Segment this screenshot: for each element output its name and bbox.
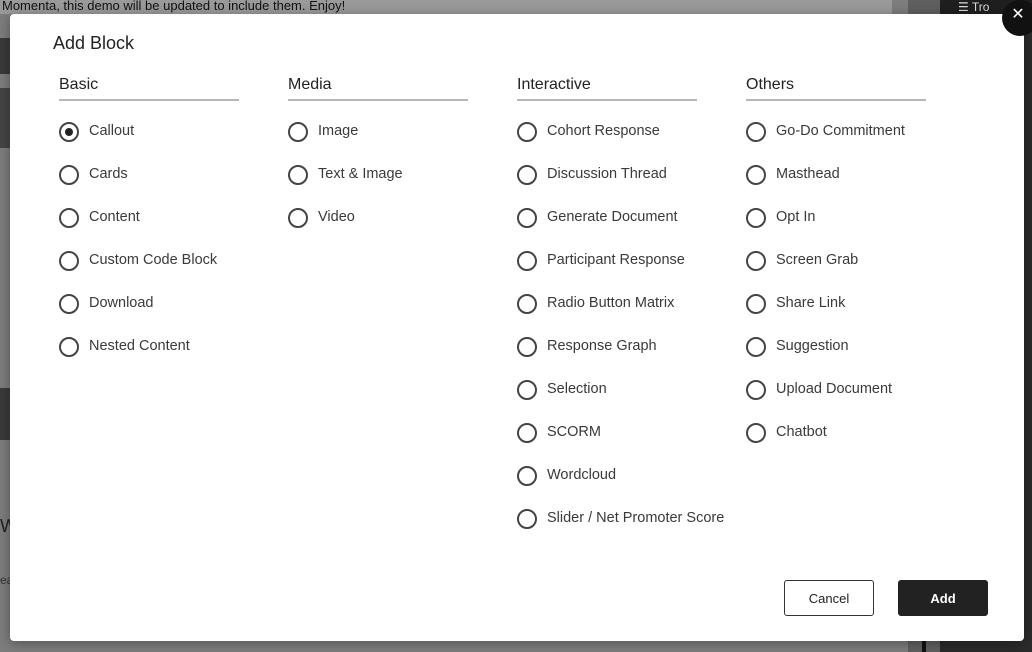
- radio-button[interactable]: [746, 423, 766, 443]
- column-interactive: Interactive Cohort Response Discussion Th…: [517, 76, 724, 553]
- radio-button[interactable]: [517, 466, 537, 486]
- radio-label: Callout: [89, 123, 135, 139]
- radio-button[interactable]: [746, 122, 766, 142]
- radio-option[interactable]: Suggestion: [746, 337, 926, 381]
- radio-button[interactable]: [746, 165, 766, 185]
- add-button[interactable]: Add: [898, 580, 988, 616]
- radio-option[interactable]: Chatbot: [746, 423, 926, 467]
- radio-option[interactable]: Cards: [59, 165, 239, 209]
- add-block-dialog: Add Block Basic Callout Cards Content Custo…: [10, 14, 1024, 641]
- radio-label: Cards: [89, 166, 128, 182]
- radio-label: Custom Code Block: [89, 252, 218, 268]
- radio-option[interactable]: Text & Image: [288, 165, 468, 209]
- option-list: Image Text & Image Video: [288, 122, 468, 252]
- radio-button[interactable]: [746, 380, 766, 400]
- radio-option[interactable]: Radio Button Matrix: [517, 294, 697, 338]
- radio-label: Discussion Thread: [547, 166, 667, 182]
- column-heading: Others: [746, 76, 926, 101]
- radio-label: Participant Response: [547, 252, 685, 268]
- column-heading: Interactive: [517, 76, 697, 101]
- radio-button[interactable]: [517, 337, 537, 357]
- background-banner: Momenta, this demo will be updated to in…: [0, 0, 892, 14]
- radio-button[interactable]: [288, 122, 308, 142]
- radio-button[interactable]: [517, 165, 537, 185]
- radio-label: Suggestion: [776, 338, 849, 354]
- radio-button[interactable]: [746, 294, 766, 314]
- column-heading: Basic: [59, 76, 239, 101]
- radio-label: Generate Document: [547, 209, 678, 225]
- radio-option[interactable]: Cohort Response: [517, 122, 697, 166]
- radio-button[interactable]: [59, 251, 79, 271]
- column-heading: Media: [288, 76, 468, 101]
- radio-option[interactable]: Masthead: [746, 165, 926, 209]
- radio-button[interactable]: [746, 337, 766, 357]
- radio-button[interactable]: [517, 380, 537, 400]
- radio-button[interactable]: [59, 122, 79, 142]
- option-list: Cohort Response Discussion Thread Generate…: [517, 122, 724, 553]
- radio-button[interactable]: [517, 122, 537, 142]
- radio-option[interactable]: Share Link: [746, 294, 926, 338]
- radio-option[interactable]: Selection: [517, 380, 697, 424]
- radio-label: Cohort Response: [547, 123, 660, 139]
- radio-label: Text & Image: [318, 166, 403, 182]
- radio-button[interactable]: [517, 251, 537, 271]
- radio-label: Masthead: [776, 166, 840, 182]
- close-icon[interactable]: ✕: [1002, 0, 1032, 36]
- radio-button[interactable]: [288, 165, 308, 185]
- radio-option[interactable]: Screen Grab: [746, 251, 926, 295]
- radio-label: Selection: [547, 381, 607, 397]
- radio-option[interactable]: Generate Document: [517, 208, 697, 252]
- radio-button[interactable]: [59, 294, 79, 314]
- radio-option[interactable]: Download: [59, 294, 239, 338]
- radio-option[interactable]: Response Graph: [517, 337, 697, 381]
- column-media: Media Image Text & Image Video: [288, 76, 468, 252]
- radio-label: Wordcloud: [547, 467, 617, 483]
- radio-option[interactable]: Custom Code Block: [59, 251, 239, 295]
- radio-label: Radio Button Matrix: [547, 295, 675, 311]
- radio-option[interactable]: Go-Do Commitment: [746, 122, 926, 166]
- radio-option[interactable]: Slider / Net Promoter Score: [517, 509, 724, 553]
- radio-label: Content: [89, 209, 140, 225]
- radio-button[interactable]: [288, 208, 308, 228]
- radio-option[interactable]: Upload Document: [746, 380, 926, 424]
- radio-option[interactable]: Content: [59, 208, 239, 252]
- radio-button[interactable]: [746, 251, 766, 271]
- radio-label: SCORM: [547, 424, 601, 440]
- radio-option[interactable]: Discussion Thread: [517, 165, 697, 209]
- radio-label: Upload Document: [776, 381, 893, 397]
- radio-button[interactable]: [517, 423, 537, 443]
- radio-button[interactable]: [59, 208, 79, 228]
- radio-label: Opt In: [776, 209, 816, 225]
- radio-label: Video: [318, 209, 355, 225]
- radio-button[interactable]: [59, 165, 79, 185]
- radio-option[interactable]: SCORM: [517, 423, 697, 467]
- radio-label: Go-Do Commitment: [776, 123, 905, 139]
- radio-button[interactable]: [59, 337, 79, 357]
- radio-option[interactable]: Opt In: [746, 208, 926, 252]
- column-others: Others Go-Do Commitment Masthead Opt In Scr…: [746, 76, 926, 467]
- dialog-title: Add Block: [53, 33, 135, 53]
- option-list: Callout Cards Content Custom Code Block Down…: [59, 122, 239, 381]
- radio-label: Image: [318, 123, 359, 139]
- radio-option[interactable]: Image: [288, 122, 468, 166]
- radio-label: Screen Grab: [776, 252, 859, 268]
- radio-button[interactable]: [517, 509, 537, 529]
- radio-button[interactable]: [517, 294, 537, 314]
- radio-label: Download: [89, 295, 154, 311]
- radio-button[interactable]: [746, 208, 766, 228]
- radio-label: Nested Content: [89, 338, 190, 354]
- radio-label: Chatbot: [776, 424, 827, 440]
- radio-option[interactable]: Video: [288, 208, 468, 252]
- radio-label: Share Link: [776, 295, 846, 311]
- radio-label: Response Graph: [547, 338, 657, 354]
- radio-label: Slider / Net Promoter Score: [547, 510, 725, 526]
- column-basic: Basic Callout Cards Content Custom Code Blo…: [59, 76, 239, 381]
- option-list: Go-Do Commitment Masthead Opt In Screen Gra…: [746, 122, 926, 467]
- radio-option[interactable]: Wordcloud: [517, 466, 697, 510]
- radio-option[interactable]: Participant Response: [517, 251, 697, 295]
- radio-option[interactable]: Nested Content: [59, 337, 239, 381]
- radio-button[interactable]: [517, 208, 537, 228]
- cancel-button[interactable]: Cancel: [784, 580, 874, 616]
- radio-option[interactable]: Callout: [59, 122, 239, 166]
